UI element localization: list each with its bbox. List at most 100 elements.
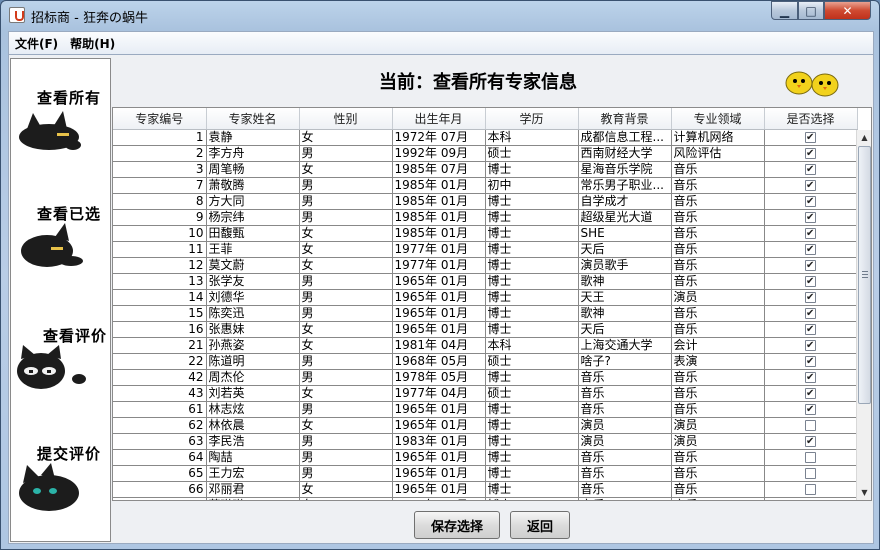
- field-cell[interactable]: 音乐: [671, 273, 765, 290]
- select-cell[interactable]: [764, 273, 858, 290]
- table-row[interactable]: 2 李方舟男 1992年 09月 硕士 西南财经大学 风险评估: [113, 145, 858, 162]
- expert-id-cell[interactable]: 11: [113, 241, 207, 258]
- gender-cell[interactable]: 男: [299, 289, 393, 306]
- expert-name-cell[interactable]: 周笔畅: [206, 161, 300, 178]
- gender-cell[interactable]: 女: [299, 129, 393, 146]
- birth-cell[interactable]: 1985年 01月: [392, 209, 486, 226]
- column-header[interactable]: 专家姓名: [206, 108, 300, 130]
- expert-id-cell[interactable]: 62: [113, 417, 207, 434]
- select-checkbox[interactable]: [805, 434, 816, 448]
- save-selection-button[interactable]: 保存选择: [414, 511, 500, 539]
- field-cell[interactable]: 音乐: [671, 177, 765, 194]
- field-cell[interactable]: 计算机网络: [671, 129, 765, 146]
- select-cell[interactable]: [764, 193, 858, 210]
- gender-cell[interactable]: 男: [299, 465, 393, 482]
- degree-cell[interactable]: 本科: [485, 129, 579, 146]
- select-cell[interactable]: [764, 353, 858, 370]
- expert-name-cell[interactable]: 周杰伦: [206, 369, 300, 386]
- expert-id-cell[interactable]: 1: [113, 129, 207, 146]
- expert-id-cell[interactable]: 16: [113, 321, 207, 338]
- birth-cell[interactable]: 1977年 04月: [392, 385, 486, 402]
- degree-cell[interactable]: 硕士: [485, 353, 579, 370]
- birth-cell[interactable]: 1977年 01月: [392, 257, 486, 274]
- expert-name-cell[interactable]: 王力宏: [206, 465, 300, 482]
- title-bar[interactable]: 招标商 - 狂奔の蜗牛 ▁ □ ✕: [1, 1, 879, 31]
- field-cell[interactable]: 演员: [671, 433, 765, 450]
- birth-cell[interactable]: 1965年 01月: [392, 289, 486, 306]
- select-cell[interactable]: [764, 177, 858, 194]
- select-checkbox[interactable]: [805, 226, 816, 240]
- field-cell[interactable]: 音乐: [671, 257, 765, 274]
- field-cell[interactable]: 音乐: [671, 401, 765, 418]
- expert-name-cell[interactable]: 杨宗纬: [206, 209, 300, 226]
- degree-cell[interactable]: 硕士: [485, 385, 579, 402]
- expert-name-cell[interactable]: 陈奕迅: [206, 305, 300, 322]
- gender-cell[interactable]: 男: [299, 209, 393, 226]
- expert-id-cell[interactable]: 3: [113, 161, 207, 178]
- table-row[interactable]: 42 周杰伦男 1978年 05月 博士 音乐 音乐: [113, 369, 858, 386]
- select-checkbox[interactable]: [805, 274, 816, 288]
- select-cell[interactable]: [764, 145, 858, 162]
- nav-view-reviews[interactable]: 查看评价: [11, 295, 110, 413]
- expert-name-cell[interactable]: 田馥甄: [206, 225, 300, 242]
- expert-id-cell[interactable]: 42: [113, 369, 207, 386]
- column-header[interactable]: 性别: [299, 108, 393, 130]
- birth-cell[interactable]: 1965年 01月: [392, 481, 486, 498]
- select-checkbox[interactable]: [805, 370, 816, 384]
- select-cell[interactable]: [764, 385, 858, 402]
- degree-cell[interactable]: 博士: [485, 225, 579, 242]
- select-checkbox[interactable]: [805, 338, 816, 352]
- scroll-thumb[interactable]: [858, 146, 871, 404]
- education-cell[interactable]: 演员: [578, 417, 672, 434]
- education-cell[interactable]: 成都信息工程...: [578, 129, 672, 146]
- table-row[interactable]: 7 萧敬腾男 1985年 01月 初中 常乐男子职业... 音乐: [113, 177, 858, 194]
- degree-cell[interactable]: 博士: [485, 465, 579, 482]
- birth-cell[interactable]: 1981年 04月: [392, 337, 486, 354]
- select-checkbox[interactable]: [805, 178, 816, 192]
- education-cell[interactable]: 自学成才: [578, 193, 672, 210]
- gender-cell[interactable]: 女: [299, 241, 393, 258]
- expert-name-cell[interactable]: 孙燕姿: [206, 337, 300, 354]
- expert-id-cell[interactable]: 43: [113, 385, 207, 402]
- select-checkbox[interactable]: [805, 386, 816, 400]
- expert-id-cell[interactable]: 15: [113, 305, 207, 322]
- education-cell[interactable]: 上海交通大学: [578, 337, 672, 354]
- birth-cell[interactable]: 1965年 01月: [392, 465, 486, 482]
- birth-cell[interactable]: 1965年 01月: [392, 273, 486, 290]
- expert-id-cell[interactable]: 10: [113, 225, 207, 242]
- select-cell[interactable]: [764, 257, 858, 274]
- education-cell[interactable]: 歌神: [578, 305, 672, 322]
- select-checkbox[interactable]: [805, 354, 816, 368]
- select-cell[interactable]: [764, 433, 858, 450]
- birth-cell[interactable]: 1985年 07月: [392, 161, 486, 178]
- select-cell[interactable]: [764, 225, 858, 242]
- expert-id-cell[interactable]: 21: [113, 337, 207, 354]
- select-checkbox[interactable]: [805, 130, 816, 144]
- select-cell[interactable]: [764, 497, 858, 500]
- select-cell[interactable]: [764, 465, 858, 482]
- menu-file[interactable]: 文件(F): [9, 35, 64, 52]
- field-cell[interactable]: 音乐: [671, 305, 765, 322]
- select-cell[interactable]: [764, 449, 858, 466]
- table-row[interactable]: 16 张惠妹女 1965年 01月 博士 天后 音乐: [113, 321, 858, 338]
- education-cell[interactable]: 音乐: [578, 481, 672, 498]
- expert-name-cell[interactable]: 陶喆: [206, 449, 300, 466]
- select-cell[interactable]: [764, 241, 858, 258]
- gender-cell[interactable]: 男: [299, 177, 393, 194]
- birth-cell[interactable]: 1972年 07月: [392, 129, 486, 146]
- table-row[interactable]: 63 李民浩男 1983年 01月 博士 演员 演员: [113, 433, 858, 450]
- degree-cell[interactable]: 博士: [485, 449, 579, 466]
- education-cell[interactable]: 歌神: [578, 273, 672, 290]
- birth-cell[interactable]: 1965年 01月: [392, 449, 486, 466]
- back-button[interactable]: 返回: [510, 511, 570, 539]
- close-button[interactable]: ✕: [824, 1, 871, 20]
- gender-cell[interactable]: 女: [299, 225, 393, 242]
- gender-cell[interactable]: 男: [299, 369, 393, 386]
- gender-cell[interactable]: 男: [299, 449, 393, 466]
- education-cell[interactable]: 演员歌手: [578, 257, 672, 274]
- select-checkbox[interactable]: [805, 242, 816, 256]
- degree-cell[interactable]: 博士: [485, 161, 579, 178]
- select-checkbox[interactable]: [805, 451, 816, 463]
- table-row[interactable]: 66 邓丽君女 1965年 01月 博士 音乐 音乐: [113, 481, 858, 498]
- birth-cell[interactable]: 1978年 05月: [392, 369, 486, 386]
